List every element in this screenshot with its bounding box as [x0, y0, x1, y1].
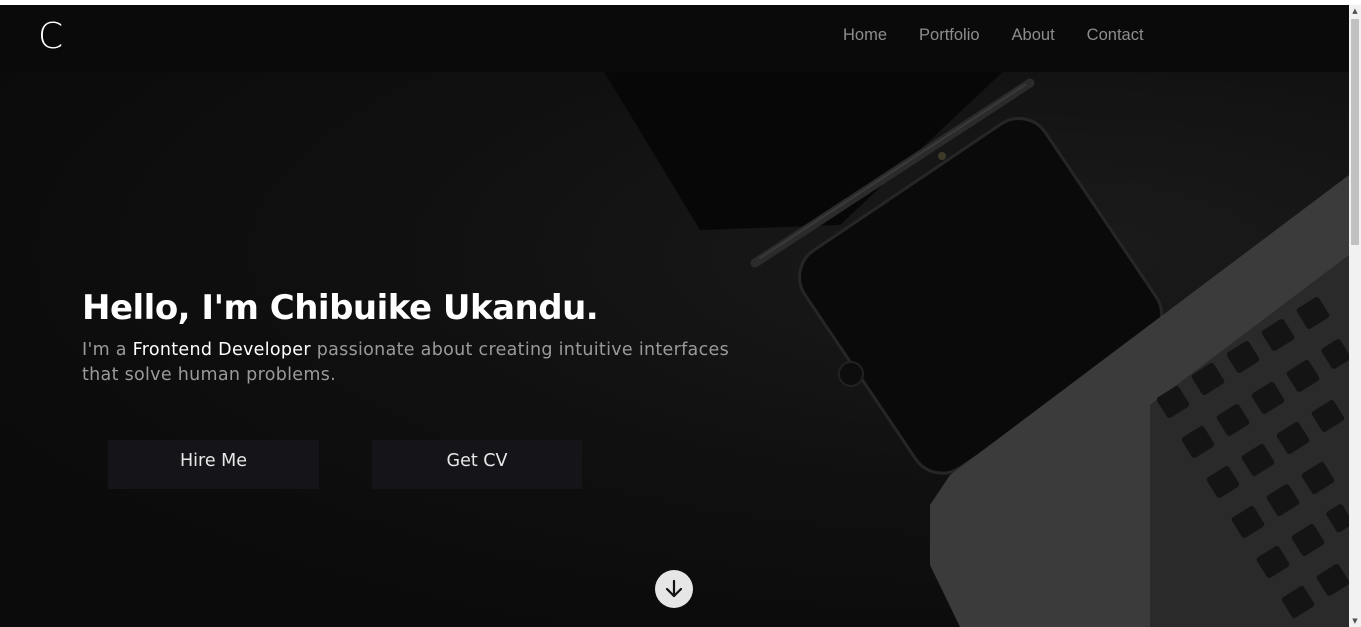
hire-me-button[interactable]: Hire Me [108, 440, 319, 489]
scroll-up-arrow-icon[interactable]: ▲ [1349, 5, 1361, 17]
scrollbar-thumb[interactable] [1351, 19, 1359, 245]
site-logo[interactable]: C [38, 19, 63, 55]
main-nav: Home Portfolio About Contact [843, 26, 1176, 45]
get-cv-button[interactable]: Get CV [372, 440, 582, 489]
hero-subtitle: I'm a Frontend Developer passionate abou… [82, 338, 752, 388]
nav-link-home[interactable]: Home [843, 26, 887, 45]
top-navbar: C Home Portfolio About Contact [0, 5, 1349, 72]
hero-section: C Home Portfolio About Contact Hello, I'… [0, 5, 1349, 627]
hero-title: Hello, I'm Chibuike Ukandu. [82, 288, 599, 328]
nav-link-contact[interactable]: Contact [1087, 26, 1144, 45]
page-scrollbar[interactable]: ▲ ▼ [1349, 5, 1361, 627]
subtitle-prefix: I'm a [82, 340, 133, 360]
scroll-down-arrow-icon[interactable]: ▼ [1349, 615, 1361, 627]
subtitle-highlight-role: Frontend Developer [132, 340, 311, 360]
arrow-down-icon [665, 579, 683, 598]
nav-link-about[interactable]: About [1012, 26, 1055, 45]
scroll-down-button[interactable] [655, 570, 693, 608]
nav-link-portfolio[interactable]: Portfolio [919, 26, 980, 45]
